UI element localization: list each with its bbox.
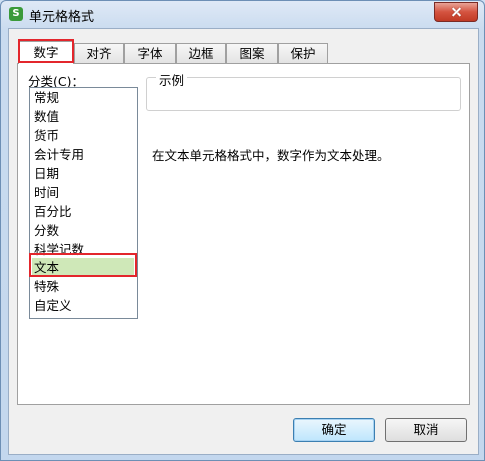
wps-spreadsheet-icon: S [9, 7, 23, 21]
sample-group-box [146, 77, 461, 111]
tab-alignment[interactable]: 对齐 [74, 43, 124, 63]
sample-title: 示例 [156, 70, 188, 89]
title-bar[interactable]: S 单元格格式 [1, 1, 484, 27]
ok-button[interactable]: 确定 [293, 418, 375, 442]
category-item-custom[interactable]: 自定义 [34, 296, 72, 315]
category-item-number[interactable]: 数值 [34, 107, 59, 126]
category-item-general[interactable]: 常规 [34, 88, 59, 107]
dialog-title: 单元格格式 [29, 10, 95, 25]
category-item-currency[interactable]: 货币 [34, 126, 59, 145]
tab-pattern[interactable]: 图案 [226, 43, 278, 63]
tab-protection[interactable]: 保护 [278, 43, 328, 63]
close-button[interactable] [434, 2, 478, 22]
format-description: 在文本单元格格式中，数字作为文本处理。 [152, 148, 390, 163]
selected-item-highlight-box [29, 253, 137, 277]
tab-highlight-box [18, 39, 74, 63]
dialog-body: 数字 对齐 字体 边框 图案 保护 分类(C)： 常规 数值 货币 会计专用 日… [8, 28, 479, 455]
tab-font[interactable]: 字体 [124, 43, 176, 63]
category-item-accounting[interactable]: 会计专用 [34, 145, 84, 164]
category-item-date[interactable]: 日期 [34, 164, 59, 183]
category-list[interactable]: 常规 数值 货币 会计专用 日期 时间 百分比 分数 科学记数 文本 特殊 自定… [29, 87, 138, 319]
category-item-percentage[interactable]: 百分比 [34, 202, 72, 221]
category-item-special[interactable]: 特殊 [34, 277, 59, 296]
number-tab-panel: 分类(C)： 常规 数值 货币 会计专用 日期 时间 百分比 分数 科学记数 文… [17, 63, 470, 405]
dialog-window: S 单元格格式 数字 对齐 字体 边框 图案 保护 分类(C)： 常规 数值 货… [0, 0, 485, 461]
tab-border[interactable]: 边框 [176, 43, 226, 63]
category-item-fraction[interactable]: 分数 [34, 221, 59, 240]
cancel-button[interactable]: 取消 [385, 418, 467, 442]
category-item-time[interactable]: 时间 [34, 183, 59, 202]
